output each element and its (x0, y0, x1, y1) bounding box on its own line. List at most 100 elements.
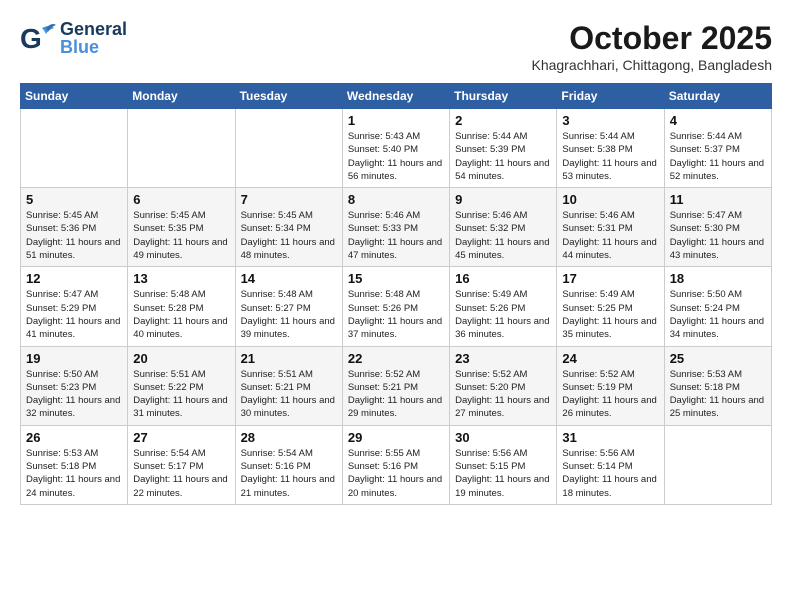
day-info: Sunrise: 5:46 AMSunset: 5:32 PMDaylight:… (455, 209, 551, 262)
day-info: Sunrise: 5:44 AMSunset: 5:38 PMDaylight:… (562, 130, 658, 183)
day-info: Sunrise: 5:49 AMSunset: 5:25 PMDaylight:… (562, 288, 658, 341)
calendar-week-row: 5 Sunrise: 5:45 AMSunset: 5:36 PMDayligh… (21, 188, 772, 267)
day-info: Sunrise: 5:45 AMSunset: 5:35 PMDaylight:… (133, 209, 229, 262)
logo-icon: G (20, 20, 56, 56)
day-number: 15 (348, 271, 444, 286)
day-number: 9 (455, 192, 551, 207)
calendar-header-row: SundayMondayTuesdayWednesdayThursdayFrid… (21, 84, 772, 109)
calendar-cell: 19 Sunrise: 5:50 AMSunset: 5:23 PMDaylig… (21, 346, 128, 425)
day-number: 20 (133, 351, 229, 366)
calendar-cell: 29 Sunrise: 5:55 AMSunset: 5:16 PMDaylig… (342, 425, 449, 504)
day-number: 23 (455, 351, 551, 366)
location: Khagrachhari, Chittagong, Bangladesh (531, 57, 772, 73)
calendar-cell: 20 Sunrise: 5:51 AMSunset: 5:22 PMDaylig… (128, 346, 235, 425)
calendar-cell: 12 Sunrise: 5:47 AMSunset: 5:29 PMDaylig… (21, 267, 128, 346)
calendar-cell: 21 Sunrise: 5:51 AMSunset: 5:21 PMDaylig… (235, 346, 342, 425)
day-number: 21 (241, 351, 337, 366)
day-info: Sunrise: 5:52 AMSunset: 5:21 PMDaylight:… (348, 368, 444, 421)
calendar-cell: 24 Sunrise: 5:52 AMSunset: 5:19 PMDaylig… (557, 346, 664, 425)
calendar-cell: 26 Sunrise: 5:53 AMSunset: 5:18 PMDaylig… (21, 425, 128, 504)
day-info: Sunrise: 5:56 AMSunset: 5:15 PMDaylight:… (455, 447, 551, 500)
day-info: Sunrise: 5:46 AMSunset: 5:33 PMDaylight:… (348, 209, 444, 262)
calendar-week-row: 19 Sunrise: 5:50 AMSunset: 5:23 PMDaylig… (21, 346, 772, 425)
day-number: 10 (562, 192, 658, 207)
calendar-cell: 23 Sunrise: 5:52 AMSunset: 5:20 PMDaylig… (450, 346, 557, 425)
day-info: Sunrise: 5:44 AMSunset: 5:39 PMDaylight:… (455, 130, 551, 183)
day-info: Sunrise: 5:51 AMSunset: 5:22 PMDaylight:… (133, 368, 229, 421)
calendar-cell: 8 Sunrise: 5:46 AMSunset: 5:33 PMDayligh… (342, 188, 449, 267)
day-info: Sunrise: 5:46 AMSunset: 5:31 PMDaylight:… (562, 209, 658, 262)
day-number: 7 (241, 192, 337, 207)
calendar-cell: 17 Sunrise: 5:49 AMSunset: 5:25 PMDaylig… (557, 267, 664, 346)
day-number: 19 (26, 351, 122, 366)
calendar-cell: 15 Sunrise: 5:48 AMSunset: 5:26 PMDaylig… (342, 267, 449, 346)
day-info: Sunrise: 5:51 AMSunset: 5:21 PMDaylight:… (241, 368, 337, 421)
day-info: Sunrise: 5:56 AMSunset: 5:14 PMDaylight:… (562, 447, 658, 500)
calendar-cell: 6 Sunrise: 5:45 AMSunset: 5:35 PMDayligh… (128, 188, 235, 267)
day-number: 13 (133, 271, 229, 286)
day-number: 12 (26, 271, 122, 286)
calendar-week-row: 1 Sunrise: 5:43 AMSunset: 5:40 PMDayligh… (21, 109, 772, 188)
day-info: Sunrise: 5:48 AMSunset: 5:28 PMDaylight:… (133, 288, 229, 341)
day-number: 31 (562, 430, 658, 445)
calendar-table: SundayMondayTuesdayWednesdayThursdayFrid… (20, 83, 772, 505)
calendar-cell: 2 Sunrise: 5:44 AMSunset: 5:39 PMDayligh… (450, 109, 557, 188)
calendar-cell: 7 Sunrise: 5:45 AMSunset: 5:34 PMDayligh… (235, 188, 342, 267)
calendar-cell (21, 109, 128, 188)
day-info: Sunrise: 5:48 AMSunset: 5:27 PMDaylight:… (241, 288, 337, 341)
calendar-cell: 3 Sunrise: 5:44 AMSunset: 5:38 PMDayligh… (557, 109, 664, 188)
day-info: Sunrise: 5:54 AMSunset: 5:17 PMDaylight:… (133, 447, 229, 500)
day-number: 4 (670, 113, 766, 128)
header-saturday: Saturday (664, 84, 771, 109)
day-number: 27 (133, 430, 229, 445)
month-title: October 2025 (531, 20, 772, 57)
day-info: Sunrise: 5:53 AMSunset: 5:18 PMDaylight:… (26, 447, 122, 500)
calendar-cell: 5 Sunrise: 5:45 AMSunset: 5:36 PMDayligh… (21, 188, 128, 267)
day-number: 26 (26, 430, 122, 445)
day-info: Sunrise: 5:53 AMSunset: 5:18 PMDaylight:… (670, 368, 766, 421)
day-info: Sunrise: 5:52 AMSunset: 5:19 PMDaylight:… (562, 368, 658, 421)
day-number: 16 (455, 271, 551, 286)
calendar-cell: 22 Sunrise: 5:52 AMSunset: 5:21 PMDaylig… (342, 346, 449, 425)
day-info: Sunrise: 5:52 AMSunset: 5:20 PMDaylight:… (455, 368, 551, 421)
day-info: Sunrise: 5:48 AMSunset: 5:26 PMDaylight:… (348, 288, 444, 341)
header-thursday: Thursday (450, 84, 557, 109)
calendar-cell: 27 Sunrise: 5:54 AMSunset: 5:17 PMDaylig… (128, 425, 235, 504)
logo-text-line1: General (60, 20, 127, 38)
header-sunday: Sunday (21, 84, 128, 109)
calendar-cell: 30 Sunrise: 5:56 AMSunset: 5:15 PMDaylig… (450, 425, 557, 504)
day-number: 8 (348, 192, 444, 207)
day-info: Sunrise: 5:47 AMSunset: 5:29 PMDaylight:… (26, 288, 122, 341)
calendar-cell (235, 109, 342, 188)
calendar-cell: 16 Sunrise: 5:49 AMSunset: 5:26 PMDaylig… (450, 267, 557, 346)
day-info: Sunrise: 5:50 AMSunset: 5:24 PMDaylight:… (670, 288, 766, 341)
day-number: 22 (348, 351, 444, 366)
calendar-cell (128, 109, 235, 188)
header-tuesday: Tuesday (235, 84, 342, 109)
day-number: 30 (455, 430, 551, 445)
day-number: 1 (348, 113, 444, 128)
day-number: 3 (562, 113, 658, 128)
calendar-cell: 28 Sunrise: 5:54 AMSunset: 5:16 PMDaylig… (235, 425, 342, 504)
calendar-cell: 4 Sunrise: 5:44 AMSunset: 5:37 PMDayligh… (664, 109, 771, 188)
calendar-cell (664, 425, 771, 504)
day-number: 28 (241, 430, 337, 445)
calendar-cell: 31 Sunrise: 5:56 AMSunset: 5:14 PMDaylig… (557, 425, 664, 504)
header-wednesday: Wednesday (342, 84, 449, 109)
svg-text:G: G (20, 23, 42, 54)
day-info: Sunrise: 5:55 AMSunset: 5:16 PMDaylight:… (348, 447, 444, 500)
title-area: October 2025 Khagrachhari, Chittagong, B… (531, 20, 772, 73)
header-friday: Friday (557, 84, 664, 109)
day-number: 5 (26, 192, 122, 207)
calendar-cell: 10 Sunrise: 5:46 AMSunset: 5:31 PMDaylig… (557, 188, 664, 267)
day-info: Sunrise: 5:49 AMSunset: 5:26 PMDaylight:… (455, 288, 551, 341)
day-info: Sunrise: 5:45 AMSunset: 5:36 PMDaylight:… (26, 209, 122, 262)
day-info: Sunrise: 5:45 AMSunset: 5:34 PMDaylight:… (241, 209, 337, 262)
calendar-cell: 11 Sunrise: 5:47 AMSunset: 5:30 PMDaylig… (664, 188, 771, 267)
page-header: G General Blue October 2025 Khagrachhari… (20, 20, 772, 73)
logo-text-line2: Blue (60, 38, 127, 56)
day-info: Sunrise: 5:54 AMSunset: 5:16 PMDaylight:… (241, 447, 337, 500)
day-info: Sunrise: 5:44 AMSunset: 5:37 PMDaylight:… (670, 130, 766, 183)
day-info: Sunrise: 5:47 AMSunset: 5:30 PMDaylight:… (670, 209, 766, 262)
day-number: 29 (348, 430, 444, 445)
